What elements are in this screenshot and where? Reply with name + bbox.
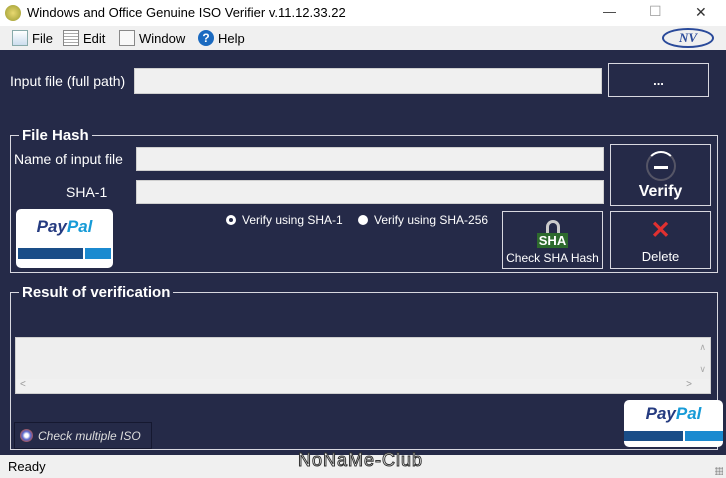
file-icon [12,30,28,46]
sha1-label: SHA-1 [66,184,108,200]
paypal-logo-bottom: PayPal [645,404,702,423]
minimize-button[interactable]: — [603,4,616,19]
browse-label: ... [653,72,664,88]
menu-bar: File Edit Window ? Help NV [0,26,726,50]
check-sha-hash-button[interactable]: SHA Check SHA Hash [502,211,603,269]
menu-help[interactable]: ? Help [198,30,245,46]
result-title: Result of verification [19,284,174,301]
radio-sha1-dot [226,215,236,225]
input-file-field[interactable] [134,68,602,94]
resize-grip[interactable] [715,467,723,475]
help-icon: ? [198,30,214,46]
menu-file[interactable]: File [12,30,53,46]
radio-sha1-label: Verify using SHA-1 [242,213,343,227]
scroll-up-icon[interactable]: ∧ [699,342,706,353]
delete-x-icon: ✕ [650,217,671,244]
verify-label: Verify [638,183,683,200]
window-title: Windows and Office Genuine ISO Verifier … [27,5,346,20]
edit-icon [63,30,79,46]
watermark: NoNaMe-Club [297,450,424,471]
sha1-field[interactable] [136,180,604,204]
result-textarea[interactable]: < > ∧ ∨ [15,337,711,394]
menu-file-label: File [32,30,53,46]
menu-edit-label: Edit [83,30,106,46]
close-button[interactable]: ✕ [695,4,707,21]
status-bar: Ready NoNaMe-Club [0,450,726,478]
delete-button[interactable]: ✕ Delete [610,211,711,269]
app-icon [5,5,21,21]
check-sha-hash-label: Check SHA Hash [506,251,599,265]
check-multiple-iso-label: Check multiple ISO [38,428,141,443]
sha-lock-icon [545,220,560,234]
radio-verify-sha1[interactable]: Verify using SHA-1 [226,213,343,227]
radio-sha256-label: Verify using SHA-256 [374,213,489,227]
disc-icon [20,429,33,442]
name-of-input-file-label: Name of input file [14,151,123,167]
paypal-donate-button-bottom[interactable]: PayPal [624,400,723,447]
menu-help-label: Help [218,30,245,46]
menu-edit[interactable]: Edit [63,30,105,46]
nv-logo: NV [662,28,714,48]
verify-button[interactable]: Verify [610,144,711,206]
paypal-donate-button[interactable]: PayPal [16,209,113,268]
window-icon [119,30,135,46]
browse-button[interactable]: ... [608,63,709,97]
radio-sha256-dot [358,215,368,225]
check-multiple-iso-button[interactable]: Check multiple ISO [14,422,152,449]
menu-window[interactable]: Window [119,30,185,46]
scroll-down-icon[interactable]: ∨ [699,364,706,375]
file-hash-title: File Hash [19,127,92,144]
maximize-button[interactable]: ☐ [649,3,662,20]
paypal-logo: PayPal [36,217,93,236]
menu-window-label: Window [139,30,186,46]
verify-icon [645,151,676,181]
sha-icon-text: SHA [536,233,569,248]
radio-verify-sha256[interactable]: Verify using SHA-256 [358,213,488,227]
name-of-input-file-field[interactable] [136,147,604,171]
horizontal-scrollbar[interactable]: < > [16,379,710,393]
input-file-label: Input file (full path) [10,73,126,89]
title-bar: Windows and Office Genuine ISO Verifier … [0,0,726,26]
delete-label: Delete [641,249,680,264]
status-text: Ready [8,459,46,474]
